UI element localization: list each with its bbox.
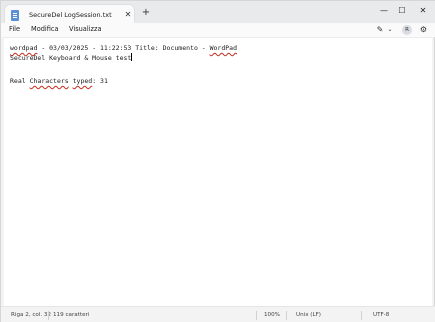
editor-line-1: wordpad - 03/03/2025 - 11:22:53 Title: D…: [10, 44, 237, 53]
status-bar: Riga 2, col. 32 119 caratteri 100% Unix …: [1, 306, 435, 322]
notepad-document-icon: [11, 10, 19, 21]
new-tab-icon[interactable]: +: [140, 7, 152, 19]
character-count: 119 caratteri: [53, 312, 90, 318]
line-text: - 03/03/2025 - 11:22:53 Title: Documento…: [37, 44, 210, 52]
text-editor[interactable]: wordpad - 03/03/2025 - 11:22:53 Title: D…: [4, 37, 432, 306]
status-divider: [256, 311, 257, 320]
gear-icon[interactable]: ⚙: [418, 24, 429, 36]
status-divider: [286, 311, 287, 320]
notepad-window: SecureDel LogSession.txt ✕ + — ☐ ✕ File …: [0, 0, 435, 322]
editor-line-3: Real Characters typed: 31: [10, 77, 108, 86]
chevron-down-icon[interactable]: ⌄: [387, 24, 393, 36]
close-window-button[interactable]: ✕: [415, 4, 431, 18]
line-text: Real: [10, 77, 30, 85]
close-tab-icon[interactable]: ✕: [123, 9, 133, 20]
text-caret: [131, 53, 133, 61]
line-text: : 31: [92, 77, 108, 85]
line-text: SecureDel Keyboard & Mouse test: [10, 54, 132, 62]
misspelled-word: typed: [72, 77, 93, 85]
status-divider: [48, 311, 49, 320]
editor-line-2: SecureDel Keyboard & Mouse test: [10, 53, 133, 63]
cursor-position: Riga 2, col. 32: [11, 312, 52, 318]
maximize-button[interactable]: ☐: [394, 4, 410, 18]
copilot-icon[interactable]: ✎: [375, 24, 385, 36]
line-ending[interactable]: Unix (LF): [296, 311, 321, 320]
minimize-button[interactable]: —: [376, 4, 392, 18]
misspelled-word: Characters: [29, 77, 69, 85]
misspelled-word: wordpad: [10, 44, 38, 52]
misspelled-word: WordPad: [209, 44, 237, 52]
tab-title: SecureDel LogSession.txt: [29, 11, 112, 19]
menu-file[interactable]: File: [9, 24, 20, 35]
menu-view[interactable]: Visualizza: [69, 24, 101, 35]
avatar[interactable]: R: [402, 25, 412, 35]
menu-bar: File Modifica Visualizza ✎ ⌄ R ⚙: [1, 23, 435, 37]
status-divider: [361, 311, 362, 320]
zoom-level[interactable]: 100%: [264, 311, 280, 320]
menu-edit[interactable]: Modifica: [31, 24, 59, 35]
encoding[interactable]: UTF-8: [373, 311, 389, 320]
